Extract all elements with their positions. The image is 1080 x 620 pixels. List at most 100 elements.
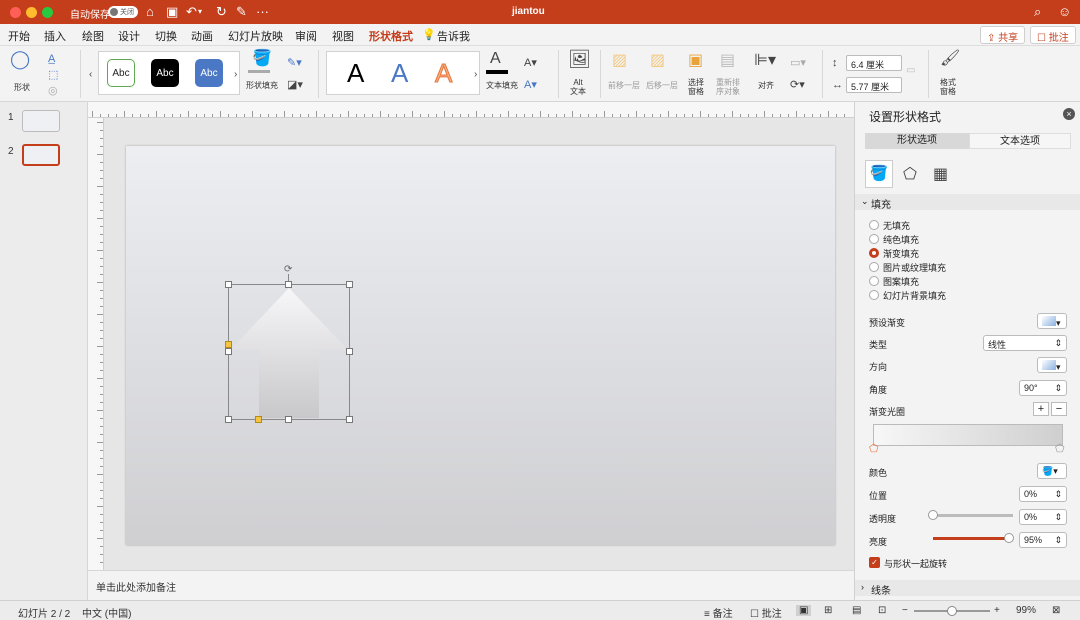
gradient-bar[interactable] (873, 424, 1063, 446)
redo-icon[interactable]: ↻ (216, 4, 227, 20)
wordart-style-3[interactable]: A (434, 58, 452, 89)
width-input[interactable]: 5.77 厘米 (846, 77, 902, 93)
undo-dropdown-icon[interactable]: ▾ (198, 4, 202, 20)
comments-button[interactable]: ☐ 批注 (1030, 26, 1076, 44)
gradient-stop-1[interactable]: ⬠ (869, 442, 879, 455)
adjust-handle[interactable] (225, 341, 232, 348)
tab-draw[interactable]: 绘图 (82, 28, 104, 44)
more-icon[interactable]: ··· (256, 4, 269, 20)
tab-review[interactable]: 审阅 (295, 28, 317, 44)
gallery-prev-icon[interactable]: ‹ (89, 68, 92, 82)
effects-icon[interactable]: ⬠ (903, 164, 917, 184)
slideshow-icon[interactable]: ⊡ (878, 605, 886, 616)
radio-solid-fill[interactable] (869, 234, 879, 244)
preset-gradient-dropdown[interactable]: ▾ (1037, 313, 1067, 329)
resize-handle[interactable] (346, 348, 353, 355)
save-icon[interactable]: ▣ (166, 4, 178, 20)
comments-toggle[interactable]: ☐ 批注 (750, 605, 782, 620)
autosave-toggle[interactable]: 关闭 (108, 6, 138, 18)
text-outline-icon[interactable]: A▾ (524, 56, 537, 70)
share-button[interactable]: ⇪ 共享 (980, 26, 1026, 44)
radio-gradient-fill[interactable] (869, 248, 879, 258)
text-effects-icon[interactable]: A▾ (524, 78, 537, 92)
tab-slideshow[interactable]: 幻灯片放映 (228, 28, 283, 44)
fill-section-header[interactable]: ⌄ 填充 (855, 194, 1080, 211)
tab-animations[interactable]: 动画 (191, 28, 213, 44)
zoom-out-button[interactable]: − (902, 605, 908, 616)
color-dropdown[interactable]: 🪣▾ (1037, 463, 1067, 479)
brightness-input[interactable]: 95% ⇕ (1019, 532, 1067, 548)
resize-handle[interactable] (285, 281, 292, 288)
account-icon[interactable]: ☺ (1058, 4, 1071, 20)
brightness-slider[interactable] (933, 533, 1014, 543)
tab-text-options[interactable]: 文本选项 (969, 133, 1071, 149)
edit-icon[interactable]: ✎ (236, 4, 247, 20)
slide[interactable]: ⟳ (126, 146, 835, 545)
zoom-level[interactable]: 99% (1016, 605, 1036, 616)
adjust-handle[interactable] (255, 416, 262, 423)
transparency-slider[interactable] (928, 510, 1013, 520)
slide-sorter-icon[interactable]: ⊞ (824, 605, 832, 616)
shape-outline-icon[interactable]: ✎▾ (287, 56, 302, 70)
gallery-next-icon[interactable]: › (234, 68, 237, 82)
tab-transitions[interactable]: 切换 (155, 28, 177, 44)
tab-shape-options[interactable]: 形状选项 (865, 133, 969, 149)
remove-stop-button[interactable]: − (1051, 402, 1067, 416)
zoom-slider[interactable] (914, 606, 990, 616)
gradient-stop-2[interactable]: ⬠ (1055, 442, 1065, 455)
rotate-with-shape-checkbox[interactable]: ✓ (869, 557, 880, 568)
home-icon[interactable]: ⌂ (146, 4, 154, 20)
transparency-input[interactable]: 0% ⇕ (1019, 509, 1067, 525)
wordart-next-icon[interactable]: › (474, 68, 477, 82)
radio-background-fill[interactable] (869, 290, 879, 300)
merge-shapes-icon[interactable]: ◎ (48, 84, 58, 98)
notes-toggle[interactable]: ≡ 备注 (704, 605, 733, 620)
tab-view[interactable]: 视图 (332, 28, 354, 44)
close-window-button[interactable] (10, 7, 21, 18)
angle-input[interactable]: 90° ⇕ (1019, 380, 1067, 396)
reading-view-icon[interactable]: ▤ (852, 605, 861, 616)
close-panel-icon[interactable]: × (1063, 108, 1075, 120)
resize-handle[interactable] (285, 416, 292, 423)
resize-handle[interactable] (225, 348, 232, 355)
tab-design[interactable]: 设计 (118, 28, 140, 44)
normal-view-icon[interactable]: ▣ (796, 605, 812, 616)
tell-me-box[interactable]: 告诉我 (437, 28, 470, 44)
position-input[interactable]: 0% ⇕ (1019, 486, 1067, 502)
tab-insert[interactable]: 插入 (44, 28, 66, 44)
size-properties-icon[interactable]: ▦ (933, 164, 948, 184)
radio-pattern-fill[interactable] (869, 276, 879, 286)
notes-pane[interactable]: 单击此处添加备注 (88, 570, 854, 600)
rotate-icon[interactable]: ⟳▾ (790, 78, 805, 92)
lock-aspect-icon[interactable]: ▭ (906, 64, 915, 78)
tab-shape-format[interactable]: 形状格式 (369, 28, 413, 48)
height-input[interactable]: 6.4 厘米 (846, 55, 902, 71)
shape-style-1[interactable]: Abc (107, 59, 135, 87)
direction-dropdown[interactable]: ▾ (1037, 357, 1067, 373)
gradient-type-dropdown[interactable]: 线性 ⇕ (983, 335, 1067, 351)
slide-thumbnail-2[interactable] (22, 144, 60, 166)
fill-line-icon[interactable]: 🪣 (865, 160, 893, 188)
shape-effects-icon[interactable]: ◪▾ (287, 78, 303, 92)
resize-handle[interactable] (346, 416, 353, 423)
line-section-header[interactable]: › 线条 (855, 580, 1080, 597)
wordart-style-2[interactable]: A (391, 58, 408, 89)
radio-no-fill[interactable] (869, 220, 879, 230)
resize-handle[interactable] (225, 416, 232, 423)
undo-icon[interactable]: ↶ (186, 4, 197, 20)
resize-handle[interactable] (225, 281, 232, 288)
wordart-style-1[interactable]: A (347, 58, 364, 89)
search-icon[interactable]: ⌕ (1034, 4, 1041, 20)
shape-style-3[interactable]: Abc (195, 59, 223, 87)
minimize-window-button[interactable] (26, 7, 37, 18)
language[interactable]: 中文 (中国) (82, 605, 131, 620)
resize-handle[interactable] (346, 281, 353, 288)
zoom-window-button[interactable] (42, 7, 53, 18)
edit-shape-icon[interactable]: ⬚ (48, 68, 58, 82)
fit-to-window-icon[interactable]: ⊠ (1052, 605, 1060, 616)
shape-style-2[interactable]: Abc (151, 59, 179, 87)
textbox-icon[interactable]: A̲ (48, 52, 55, 66)
tab-home[interactable]: 开始 (8, 28, 30, 44)
add-stop-button[interactable]: + (1033, 402, 1049, 416)
group-icon[interactable]: ▭▾ (790, 56, 806, 70)
